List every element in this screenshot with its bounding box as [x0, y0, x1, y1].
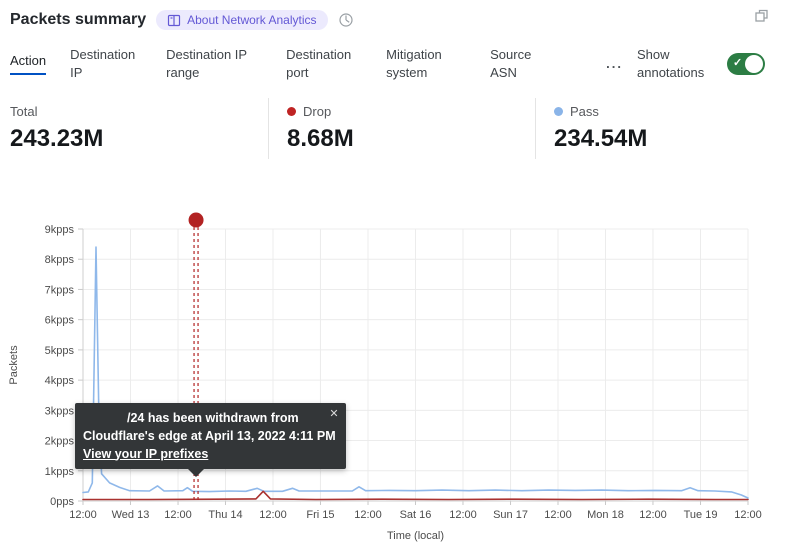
svg-text:12:00: 12:00: [259, 509, 287, 521]
expand-icon[interactable]: [754, 8, 769, 28]
svg-text:Wed 13: Wed 13: [112, 509, 150, 521]
svg-text:3kpps: 3kpps: [45, 405, 75, 417]
about-network-analytics-badge[interactable]: About Network Analytics: [156, 10, 327, 30]
tooltip-line-1: /24 has been withdrawn from: [83, 410, 336, 428]
svg-text:Tue 19: Tue 19: [684, 509, 718, 521]
svg-text:12:00: 12:00: [734, 509, 762, 521]
svg-text:12:00: 12:00: [449, 509, 477, 521]
show-annotations-label: Show annotations: [637, 46, 717, 81]
svg-text:Time (local): Time (local): [387, 530, 444, 542]
view-ip-prefixes-link[interactable]: View your IP prefixes: [83, 446, 208, 464]
drop-legend-dot: [287, 107, 296, 116]
check-icon: ✓: [733, 56, 742, 69]
svg-text:7kpps: 7kpps: [45, 284, 75, 296]
packets-summary-panel: Packets summary About Network Analytics …: [0, 0, 785, 555]
tab-source-asn[interactable]: Source ASN: [490, 46, 540, 81]
svg-text:2kpps: 2kpps: [45, 436, 75, 448]
svg-text:Packets: Packets: [8, 345, 20, 385]
stats-row: Total 243.23M Drop 8.68M Pass 234.54M: [0, 98, 785, 159]
svg-text:6kpps: 6kpps: [45, 315, 75, 327]
badge-label: About Network Analytics: [187, 13, 316, 27]
annotation-tooltip: ✕ /24 has been withdrawn from Cloudflare…: [75, 403, 346, 469]
pass-legend-dot: [554, 107, 563, 116]
svg-text:8kpps: 8kpps: [45, 254, 75, 266]
tab-destination-ip-range[interactable]: Destination IP range: [166, 46, 262, 81]
svg-text:12:00: 12:00: [354, 509, 382, 521]
panel-header: Packets summary About Network Analytics: [0, 0, 785, 30]
packets-chart[interactable]: 0pps 1kpps 2kpps 3kpps 4kpps 5kpps 6kpps 7kpps 8…: [0, 205, 785, 555]
svg-text:Thu 14: Thu 14: [208, 509, 242, 521]
svg-text:Sun 17: Sun 17: [493, 509, 528, 521]
chart-area[interactable]: 0pps 1kpps 2kpps 3kpps 4kpps 5kpps 6kpps 7kpps 8…: [0, 205, 785, 555]
svg-text:Mon 18: Mon 18: [587, 509, 624, 521]
stat-drop: Drop 8.68M: [268, 98, 535, 159]
page-title: Packets summary: [10, 11, 146, 29]
stat-pass-label: Pass: [570, 104, 599, 119]
toggle-knob: [745, 55, 763, 73]
svg-text:Sat 16: Sat 16: [400, 509, 432, 521]
svg-text:12:00: 12:00: [69, 509, 97, 521]
tab-destination-ip[interactable]: Destination IP: [70, 46, 142, 81]
stat-total-label: Total: [10, 104, 37, 119]
clock-icon: [338, 12, 354, 28]
stat-drop-label: Drop: [303, 104, 331, 119]
svg-text:1kpps: 1kpps: [45, 466, 75, 478]
svg-text:12:00: 12:00: [639, 509, 667, 521]
stat-drop-value: 8.68M: [287, 125, 535, 153]
book-icon: [167, 14, 181, 27]
svg-text:Fri 15: Fri 15: [306, 509, 334, 521]
chart-tabs: Action Destination IP Destination IP ran…: [10, 46, 765, 81]
tab-mitigation-system[interactable]: Mitigation system: [386, 46, 466, 81]
svg-text:12:00: 12:00: [164, 509, 192, 521]
svg-text:9kpps: 9kpps: [45, 224, 75, 236]
stat-total-value: 243.23M: [10, 125, 268, 153]
svg-text:0pps: 0pps: [50, 496, 74, 508]
close-icon[interactable]: ✕: [329, 407, 338, 423]
stat-total: Total 243.23M: [0, 98, 268, 159]
tooltip-line-2: Cloudflare's edge at April 13, 2022 4:11…: [83, 428, 336, 446]
more-tabs-button[interactable]: ...: [606, 56, 623, 71]
tab-action[interactable]: Action: [10, 52, 46, 75]
stat-pass: Pass 234.54M: [535, 98, 647, 159]
svg-text:12:00: 12:00: [544, 509, 572, 521]
stat-pass-value: 234.54M: [554, 125, 647, 153]
tab-destination-port[interactable]: Destination port: [286, 46, 362, 81]
svg-text:5kpps: 5kpps: [45, 345, 75, 357]
show-annotations-toggle[interactable]: ✓: [727, 53, 765, 75]
svg-text:4kpps: 4kpps: [45, 375, 75, 387]
